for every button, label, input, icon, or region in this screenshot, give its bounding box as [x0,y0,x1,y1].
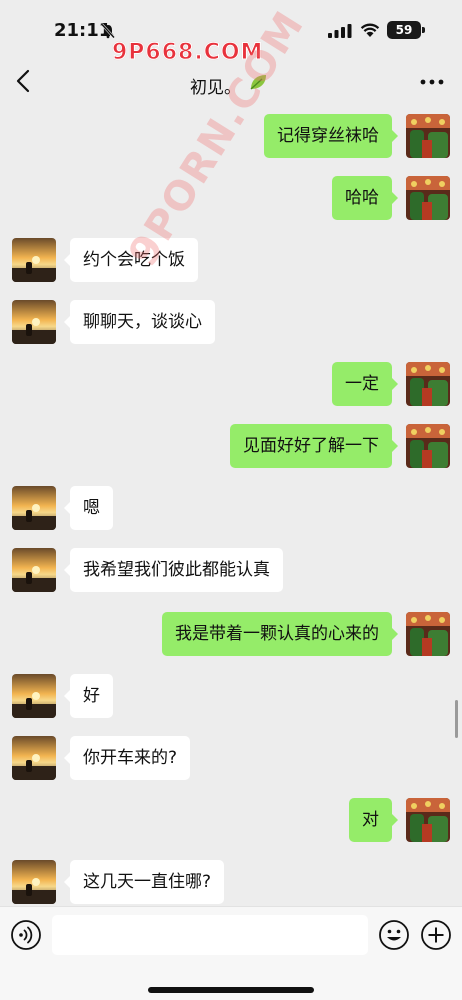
voice-input-button[interactable] [10,919,42,951]
sent-message-bubble[interactable]: 对 [349,798,398,842]
contact-avatar[interactable] [12,548,56,592]
contact-avatar[interactable] [12,486,56,530]
sent-message-bubble[interactable]: 哈哈 [332,176,398,220]
contact-avatar[interactable] [12,736,56,780]
received-message-bubble[interactable]: 好 [64,674,113,718]
message-row: 一定 [0,362,462,408]
contact-avatar[interactable] [12,860,56,904]
contact-avatar[interactable] [12,300,56,344]
signal-icon [328,24,352,38]
more-options-button[interactable] [420,78,444,86]
message-row: 这几天一直住哪? [0,860,462,906]
input-bar [0,906,462,1000]
my-avatar[interactable] [406,424,450,468]
message-list[interactable]: 记得穿丝袜哈 哈哈 约个会吃个饭 聊聊天，谈谈心 一定 见面好好了解一下 嗯 我… [0,108,462,906]
message-row: 我希望我们彼此都能认真 [0,548,462,594]
received-message-bubble[interactable]: 聊聊天，谈谈心 [64,300,215,344]
message-row: 嗯 [0,486,462,532]
my-avatar[interactable] [406,114,450,158]
back-button[interactable] [12,68,36,94]
message-input[interactable] [52,915,368,955]
received-message-bubble[interactable]: 这几天一直住哪? [63,860,225,904]
message-row: 对 [0,798,462,844]
my-avatar[interactable] [406,362,450,406]
sent-message-bubble[interactable]: 见面好好了解一下 [230,424,398,468]
my-avatar[interactable] [406,612,450,656]
emoji-button[interactable] [378,919,410,951]
my-avatar[interactable] [406,798,450,842]
scroll-indicator[interactable] [455,700,458,738]
message-row: 聊聊天，谈谈心 [0,300,462,346]
received-message-bubble[interactable]: 嗯 [64,486,113,530]
sent-message-bubble[interactable]: 我是带着一颗认真的心来的 [162,612,398,656]
sent-message-bubble[interactable]: 记得穿丝袜哈 [264,114,398,158]
message-row: 哈哈 [0,176,462,222]
message-row: 好 [0,674,462,720]
message-row: 约个会吃个饭 [0,238,462,284]
battery-indicator: 59 [387,21,425,39]
contact-avatar[interactable] [12,674,56,718]
received-message-bubble[interactable]: 我希望我们彼此都能认真 [64,548,283,592]
contact-avatar[interactable] [12,238,56,282]
bell-slash-icon [101,23,115,39]
message-row: 你开车来的? [0,736,462,782]
received-message-bubble[interactable]: 你开车来的? [63,736,191,780]
message-row: 我是带着一颗认真的心来的 [0,612,462,658]
message-row: 见面好好了解一下 [0,424,462,470]
home-indicator[interactable] [148,987,314,993]
sent-message-bubble[interactable]: 一定 [332,362,398,406]
wifi-icon [360,23,380,37]
my-avatar[interactable] [406,176,450,220]
plus-button[interactable] [420,919,452,951]
